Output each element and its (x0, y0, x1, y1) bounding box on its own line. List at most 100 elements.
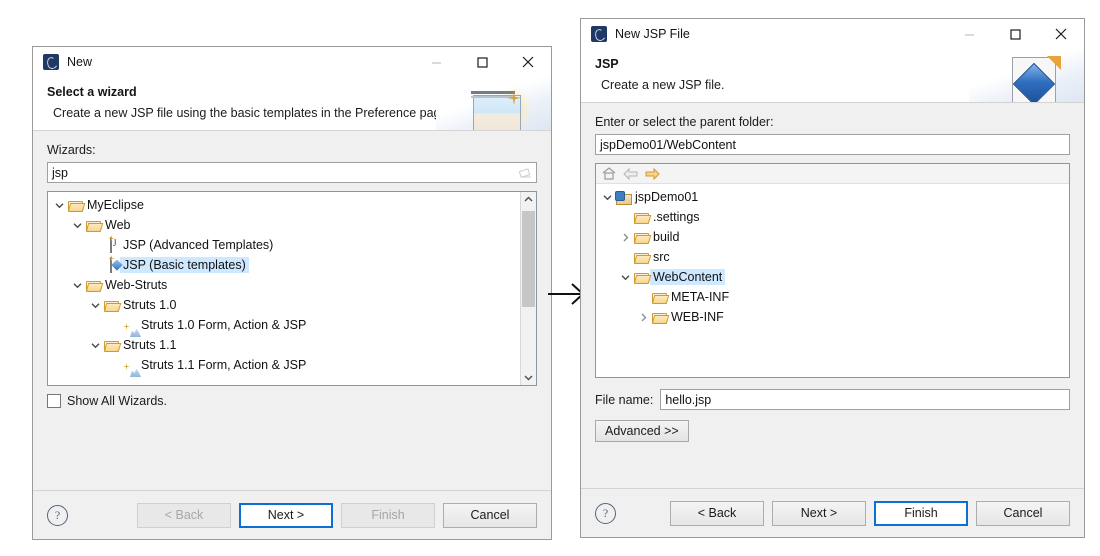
jsp-file-banner-icon (969, 49, 1084, 102)
new-wizard-dialog[interactable]: New Select a wizard Create a new JSP fil… (32, 46, 552, 540)
tree-row-label: .settings (653, 210, 700, 224)
back-button[interactable]: < Back (137, 502, 231, 528)
parent-folder-tree-rows[interactable]: jspDemo01 .settings build src WebContent META… (596, 184, 1069, 377)
close-icon[interactable] (505, 47, 551, 77)
left-window-buttons (413, 47, 551, 77)
jsp-basic-icon (102, 255, 120, 273)
wizards-tree-scrollbar[interactable] (520, 192, 536, 385)
file-name-row: File name: hello.jsp (595, 389, 1070, 410)
minimize-icon[interactable] (413, 47, 459, 77)
minimize-icon[interactable] (946, 19, 992, 49)
tree-row-label: Struts 1.1 (123, 338, 177, 352)
scrollbar-thumb[interactable] (522, 211, 535, 307)
eraser-icon[interactable] (518, 167, 532, 179)
show-all-wizards-label: Show All Wizards. (67, 394, 168, 408)
finish-button[interactable]: Finish (341, 502, 435, 528)
left-banner: Select a wizard Create a new JSP file us… (33, 77, 551, 131)
tree-row-label: Web (105, 218, 131, 232)
next-button[interactable]: Next > (239, 502, 333, 528)
close-icon[interactable] (1038, 19, 1084, 49)
tree-row[interactable]: JSP (Basic templates) (48, 255, 520, 275)
folder-icon (632, 232, 652, 244)
tree-row[interactable]: Web-Struts (48, 275, 520, 295)
folder-icon (84, 280, 104, 292)
tree-toolbar[interactable] (596, 164, 1069, 184)
parent-folder-value: jspDemo01/WebContent (600, 137, 736, 152)
file-name-label: File name: (595, 392, 654, 407)
chevron-down-icon[interactable] (52, 202, 66, 209)
tree-row[interactable]: src (596, 247, 1069, 267)
myeclipse-icon (43, 54, 59, 70)
tree-row[interactable]: jspDemo01 (596, 187, 1069, 207)
tree-row-label: build (653, 230, 680, 244)
tree-row[interactable]: .settings (596, 207, 1069, 227)
maximize-icon[interactable] (992, 19, 1038, 49)
chevron-right-icon[interactable] (636, 313, 650, 322)
jsp-advanced-icon (102, 235, 120, 253)
help-icon[interactable]: ? (595, 502, 616, 524)
tree-row-label: WebContent (650, 269, 726, 285)
parent-folder-tree[interactable]: jspDemo01 .settings build src WebContent META… (595, 163, 1070, 378)
advanced-button[interactable]: Advanced >> (595, 420, 689, 442)
tree-row-label: JSP (Advanced Templates) (123, 238, 274, 252)
new-jsp-file-dialog[interactable]: New JSP File JSP Create a new JSP file. … (580, 18, 1085, 538)
folder-icon (632, 212, 652, 224)
folder-icon (632, 272, 652, 284)
tree-row[interactable]: WebContent (596, 267, 1069, 287)
tree-row[interactable]: Struts 1.0 (48, 295, 520, 315)
tree-row-label: Struts 1.0 Form, Action & JSP (141, 318, 307, 332)
next-button[interactable]: Next > (772, 500, 866, 526)
tree-row[interactable]: build (596, 227, 1069, 247)
folder-icon (66, 200, 86, 212)
file-name-value: hello.jsp (665, 392, 712, 407)
tree-row-label: src (653, 250, 670, 264)
wizard-filter-input[interactable]: jsp (47, 162, 537, 183)
cancel-button[interactable]: Cancel (443, 502, 537, 528)
show-all-wizards-row[interactable]: Show All Wizards. (47, 394, 537, 408)
chevron-down-icon[interactable] (88, 302, 102, 309)
left-footer: ? < Back Next > Finish Cancel (33, 490, 551, 539)
folder-icon (650, 292, 670, 304)
scroll-down-icon[interactable] (524, 370, 533, 385)
tree-row[interactable]: JSP (Advanced Templates) (48, 235, 520, 255)
tree-row[interactable]: Struts 1.0 Form, Action & JSP (48, 315, 520, 337)
tree-row[interactable]: WEB-INF (596, 307, 1069, 327)
chevron-down-icon[interactable] (88, 342, 102, 349)
wizards-tree[interactable]: MyEclipse Web JSP (Advanced Templates) JSP … (47, 191, 537, 386)
folder-icon (102, 300, 122, 312)
tree-row-label: Web-Struts (105, 278, 168, 292)
maximize-icon[interactable] (459, 47, 505, 77)
wizards-tree-rows[interactable]: MyEclipse Web JSP (Advanced Templates) JSP … (48, 192, 520, 385)
tree-row-label: MyEclipse (87, 198, 144, 212)
myeclipse-icon (591, 26, 607, 42)
show-all-wizards-checkbox[interactable] (47, 394, 61, 408)
wizards-label: Wizards: (47, 143, 96, 157)
forward-arrow-icon[interactable] (645, 167, 660, 181)
chevron-down-icon[interactable] (70, 282, 84, 289)
chevron-right-icon[interactable] (618, 233, 632, 242)
tree-row[interactable]: Struts 1.1 (48, 335, 520, 355)
right-footer: ? < Back Next > Finish Cancel (581, 488, 1084, 537)
file-name-input[interactable]: hello.jsp (660, 389, 1070, 410)
cancel-button[interactable]: Cancel (976, 500, 1070, 526)
back-arrow-icon[interactable] (623, 167, 638, 181)
tree-row[interactable]: META-INF (596, 287, 1069, 307)
scrollbar-track[interactable] (521, 207, 536, 370)
left-dialog-title: New (67, 55, 93, 69)
tree-row-label: Struts 1.0 (123, 298, 177, 312)
tree-row[interactable]: MyEclipse (48, 195, 520, 215)
back-button[interactable]: < Back (670, 500, 764, 526)
chevron-down-icon[interactable] (600, 194, 614, 201)
tree-row-label: WEB-INF (671, 310, 724, 324)
help-icon[interactable]: ? (47, 504, 68, 526)
tree-row-label: JSP (Basic templates) (120, 257, 249, 273)
scroll-up-icon[interactable] (524, 192, 533, 207)
finish-button[interactable]: Finish (874, 500, 968, 526)
tree-row[interactable]: Struts 1.1 Form, Action & JSP (48, 355, 520, 377)
parent-folder-input[interactable]: jspDemo01/WebContent (595, 134, 1070, 155)
chevron-down-icon[interactable] (618, 274, 632, 281)
wizard-filter-value: jsp (52, 165, 68, 180)
tree-row[interactable]: Web (48, 215, 520, 235)
chevron-down-icon[interactable] (70, 222, 84, 229)
home-icon[interactable] (601, 167, 616, 181)
